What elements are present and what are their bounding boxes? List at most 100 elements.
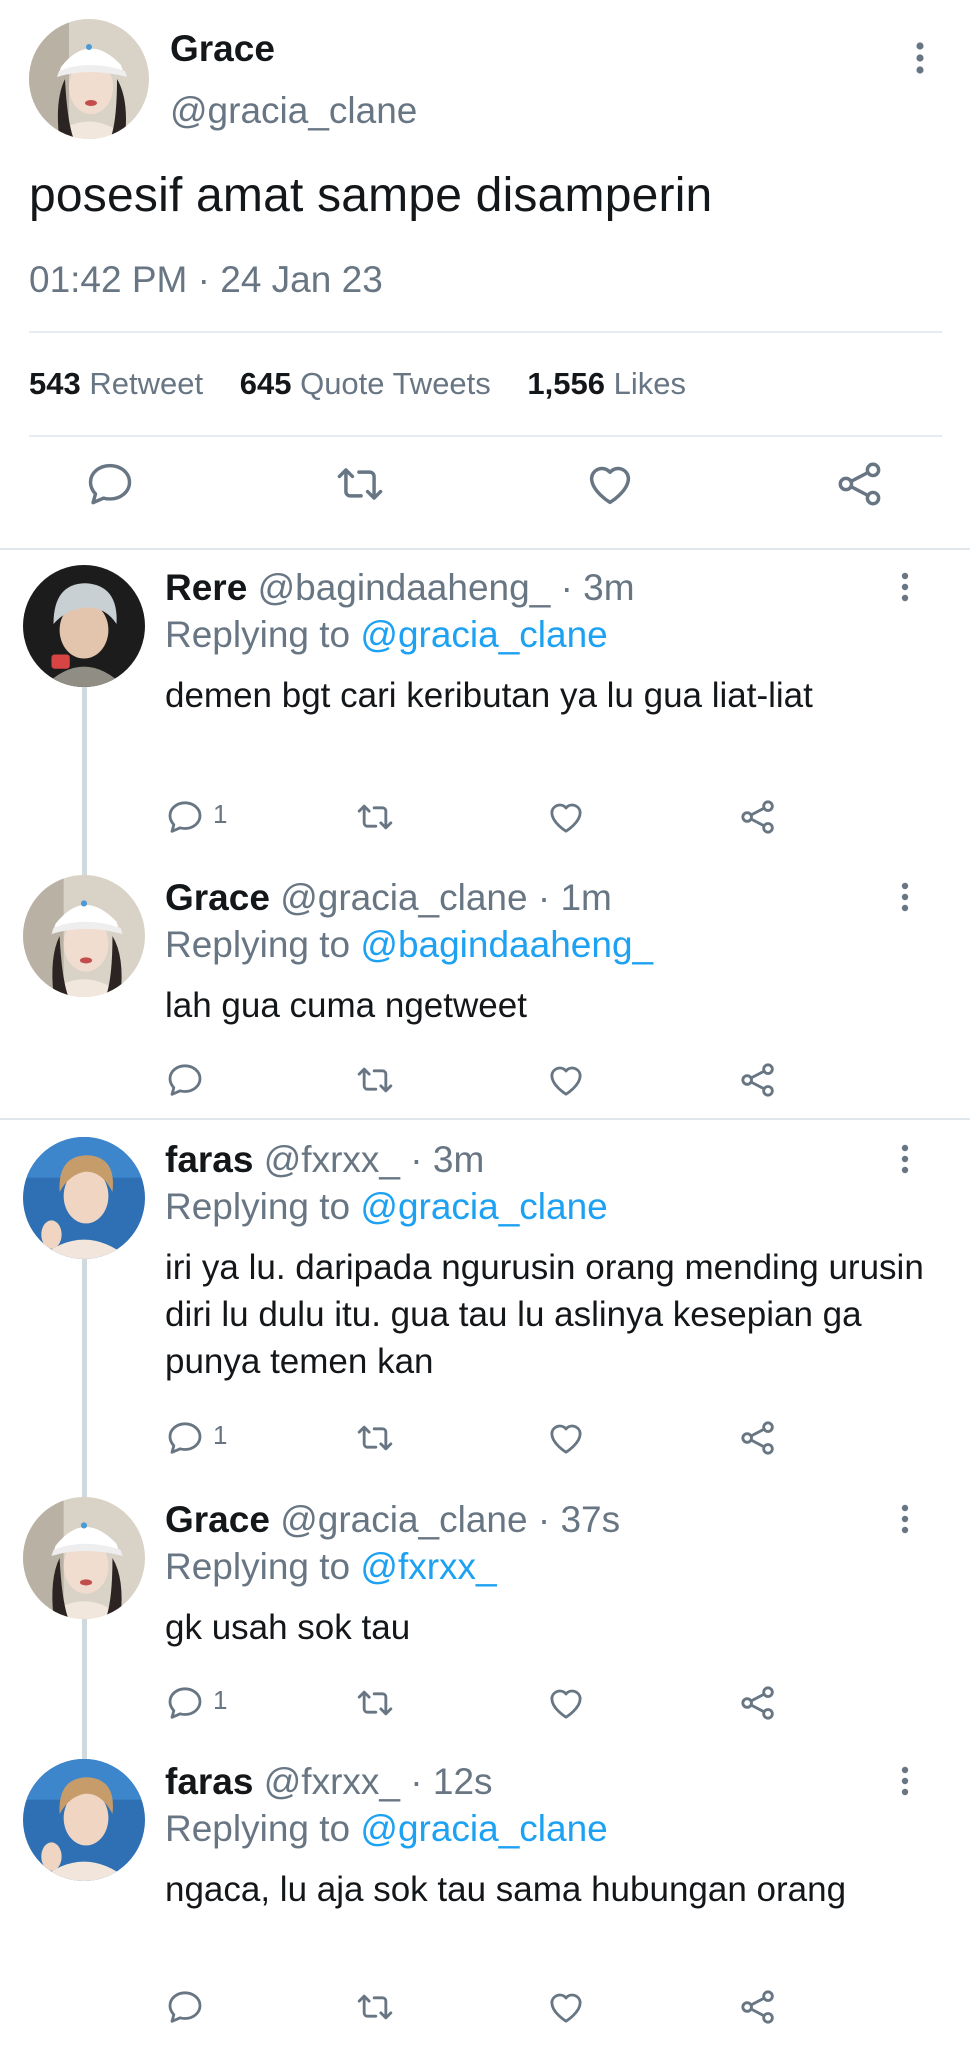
heart-icon[interactable] (546, 1683, 586, 1723)
avatar-rere[interactable] (23, 565, 145, 687)
avatar-grace[interactable] (23, 1497, 145, 1619)
retweet-icon[interactable] (334, 458, 386, 510)
reply-header: Grace @gracia_clane · 1m (165, 877, 612, 919)
reply-icon[interactable] (84, 458, 136, 510)
replying-to-link[interactable]: @fxrxx_ (360, 1546, 496, 1587)
retweets-stat[interactable]: 543 Retweet (29, 366, 203, 401)
replying-to: Replying to @fxrxx_ (165, 1546, 497, 1588)
reply-text: demen bgt cari keributan ya lu gua liat-… (165, 676, 813, 715)
reply-item[interactable]: Rere @bagindaaheng_ · 3m Replying to @gr… (0, 565, 970, 877)
reply-count: 1 (213, 1685, 228, 1715)
reply-item[interactable]: faras @fxrxx_ · 12s Replying to @gracia_… (0, 1759, 970, 2044)
replying-to-link[interactable]: @bagindaaheng_ (360, 924, 653, 965)
more-vertical-icon[interactable] (892, 1141, 918, 1177)
avatar-grace[interactable] (23, 875, 145, 997)
reply-count: 1 (213, 799, 228, 829)
reply-author-handle[interactable]: @gracia_clane (280, 1499, 527, 1540)
reply-author-name[interactable]: faras (165, 1139, 253, 1180)
reply-author-handle[interactable]: @gracia_clane (280, 877, 527, 918)
reply-actions: 1 (0, 797, 970, 841)
reply-item[interactable]: faras @fxrxx_ · 3m Replying to @gracia_c… (0, 1137, 970, 1497)
replying-to-label: Replying to (165, 1186, 351, 1227)
reply-author-handle[interactable]: @bagindaaheng_ (258, 567, 551, 608)
reply-author-handle[interactable]: @fxrxx_ (264, 1761, 400, 1802)
reply-time: · 37s (537, 1499, 621, 1540)
reply-header: Grace @gracia_clane · 37s (165, 1499, 620, 1541)
reply-icon[interactable] (165, 1418, 205, 1458)
retweets-label: Retweet (89, 366, 204, 401)
retweet-icon[interactable] (355, 797, 395, 837)
avatar-faras[interactable] (23, 1759, 145, 1881)
heart-icon[interactable] (546, 1987, 586, 2027)
replying-to-link[interactable]: @gracia_clane (360, 614, 607, 655)
share-icon[interactable] (738, 1683, 778, 1723)
reply-header: faras @fxrxx_ · 12s (165, 1761, 493, 1803)
reply-actions: 1 (0, 1683, 970, 1727)
reply-icon[interactable] (165, 1060, 205, 1100)
retweet-icon[interactable] (355, 1987, 395, 2027)
reply-count: 1 (213, 1420, 228, 1450)
reply-author-name[interactable]: Grace (165, 1499, 270, 1540)
quotes-label: Quote Tweets (300, 366, 491, 401)
replying-to-label: Replying to (165, 1808, 351, 1849)
author-handle[interactable]: @gracia_clane (170, 90, 417, 132)
more-vertical-icon[interactable] (892, 1763, 918, 1799)
quotes-stat[interactable]: 645 Quote Tweets (240, 366, 491, 401)
reply-actions (0, 1987, 970, 2031)
heart-icon[interactable] (584, 458, 636, 510)
reply-author-handle[interactable]: @fxrxx_ (264, 1139, 400, 1180)
reply-header: faras @fxrxx_ · 3m (165, 1139, 484, 1181)
reply-icon[interactable] (165, 1683, 205, 1723)
reply-text: ngaca, lu aja sok tau sama hubungan oran… (165, 1870, 847, 1909)
reply-item[interactable]: Grace @gracia_clane · 1m Replying to @ba… (0, 875, 970, 1105)
reply-item[interactable]: Grace @gracia_clane · 37s Replying to @f… (0, 1497, 970, 1762)
retweet-icon[interactable] (355, 1060, 395, 1100)
reply-icon[interactable] (165, 797, 205, 837)
avatar-grace[interactable] (29, 19, 149, 139)
tweet-timestamp[interactable]: 01:42 PM · 24 Jan 23 (29, 259, 383, 301)
likes-label: Likes (613, 366, 686, 401)
reply-time: · 12s (410, 1761, 493, 1802)
reply-time: · 3m (410, 1139, 485, 1180)
likes-count: 1,556 (527, 366, 605, 401)
more-vertical-icon[interactable] (892, 879, 918, 915)
heart-icon[interactable] (546, 797, 586, 837)
author-name[interactable]: Grace (170, 28, 275, 70)
heart-icon[interactable] (546, 1418, 586, 1458)
replying-to-link[interactable]: @gracia_clane (360, 1808, 607, 1849)
tweet-detail-page: Grace @gracia_clane posesif amat sampe d… (0, 0, 970, 2048)
replying-to: Replying to @gracia_clane (165, 614, 608, 656)
reply-actions: 1 (0, 1418, 970, 1462)
tweet-stats: 543 Retweet 645 Quote Tweets 1,556 Likes (29, 366, 714, 402)
divider (29, 435, 942, 437)
retweet-icon[interactable] (355, 1418, 395, 1458)
share-icon[interactable] (738, 1418, 778, 1458)
likes-stat[interactable]: 1,556 Likes (527, 366, 686, 401)
reply-author-name[interactable]: faras (165, 1761, 253, 1802)
share-icon[interactable] (738, 1987, 778, 2027)
reply-text: lah gua cuma ngetweet (165, 986, 527, 1025)
share-icon[interactable] (834, 458, 886, 510)
divider (0, 548, 970, 550)
heart-icon[interactable] (546, 1060, 586, 1100)
replying-to-link[interactable]: @gracia_clane (360, 1186, 607, 1227)
share-icon[interactable] (738, 1060, 778, 1100)
reply-header: Rere @bagindaaheng_ · 3m (165, 567, 635, 609)
divider (29, 331, 942, 333)
replying-to: Replying to @bagindaaheng_ (165, 924, 653, 966)
reply-text: gk usah sok tau (165, 1608, 411, 1647)
divider (0, 1118, 970, 1120)
reply-author-name[interactable]: Rere (165, 567, 247, 608)
replying-to-label: Replying to (165, 1546, 351, 1587)
more-vertical-icon[interactable] (905, 38, 935, 78)
avatar-faras[interactable] (23, 1137, 145, 1259)
more-vertical-icon[interactable] (892, 1501, 918, 1537)
reply-icon[interactable] (165, 1987, 205, 2027)
share-icon[interactable] (738, 797, 778, 837)
retweet-icon[interactable] (355, 1683, 395, 1723)
more-vertical-icon[interactable] (892, 569, 918, 605)
replying-to-label: Replying to (165, 924, 351, 965)
tweet-actions (0, 458, 970, 528)
replying-to: Replying to @gracia_clane (165, 1808, 608, 1850)
reply-author-name[interactable]: Grace (165, 877, 270, 918)
